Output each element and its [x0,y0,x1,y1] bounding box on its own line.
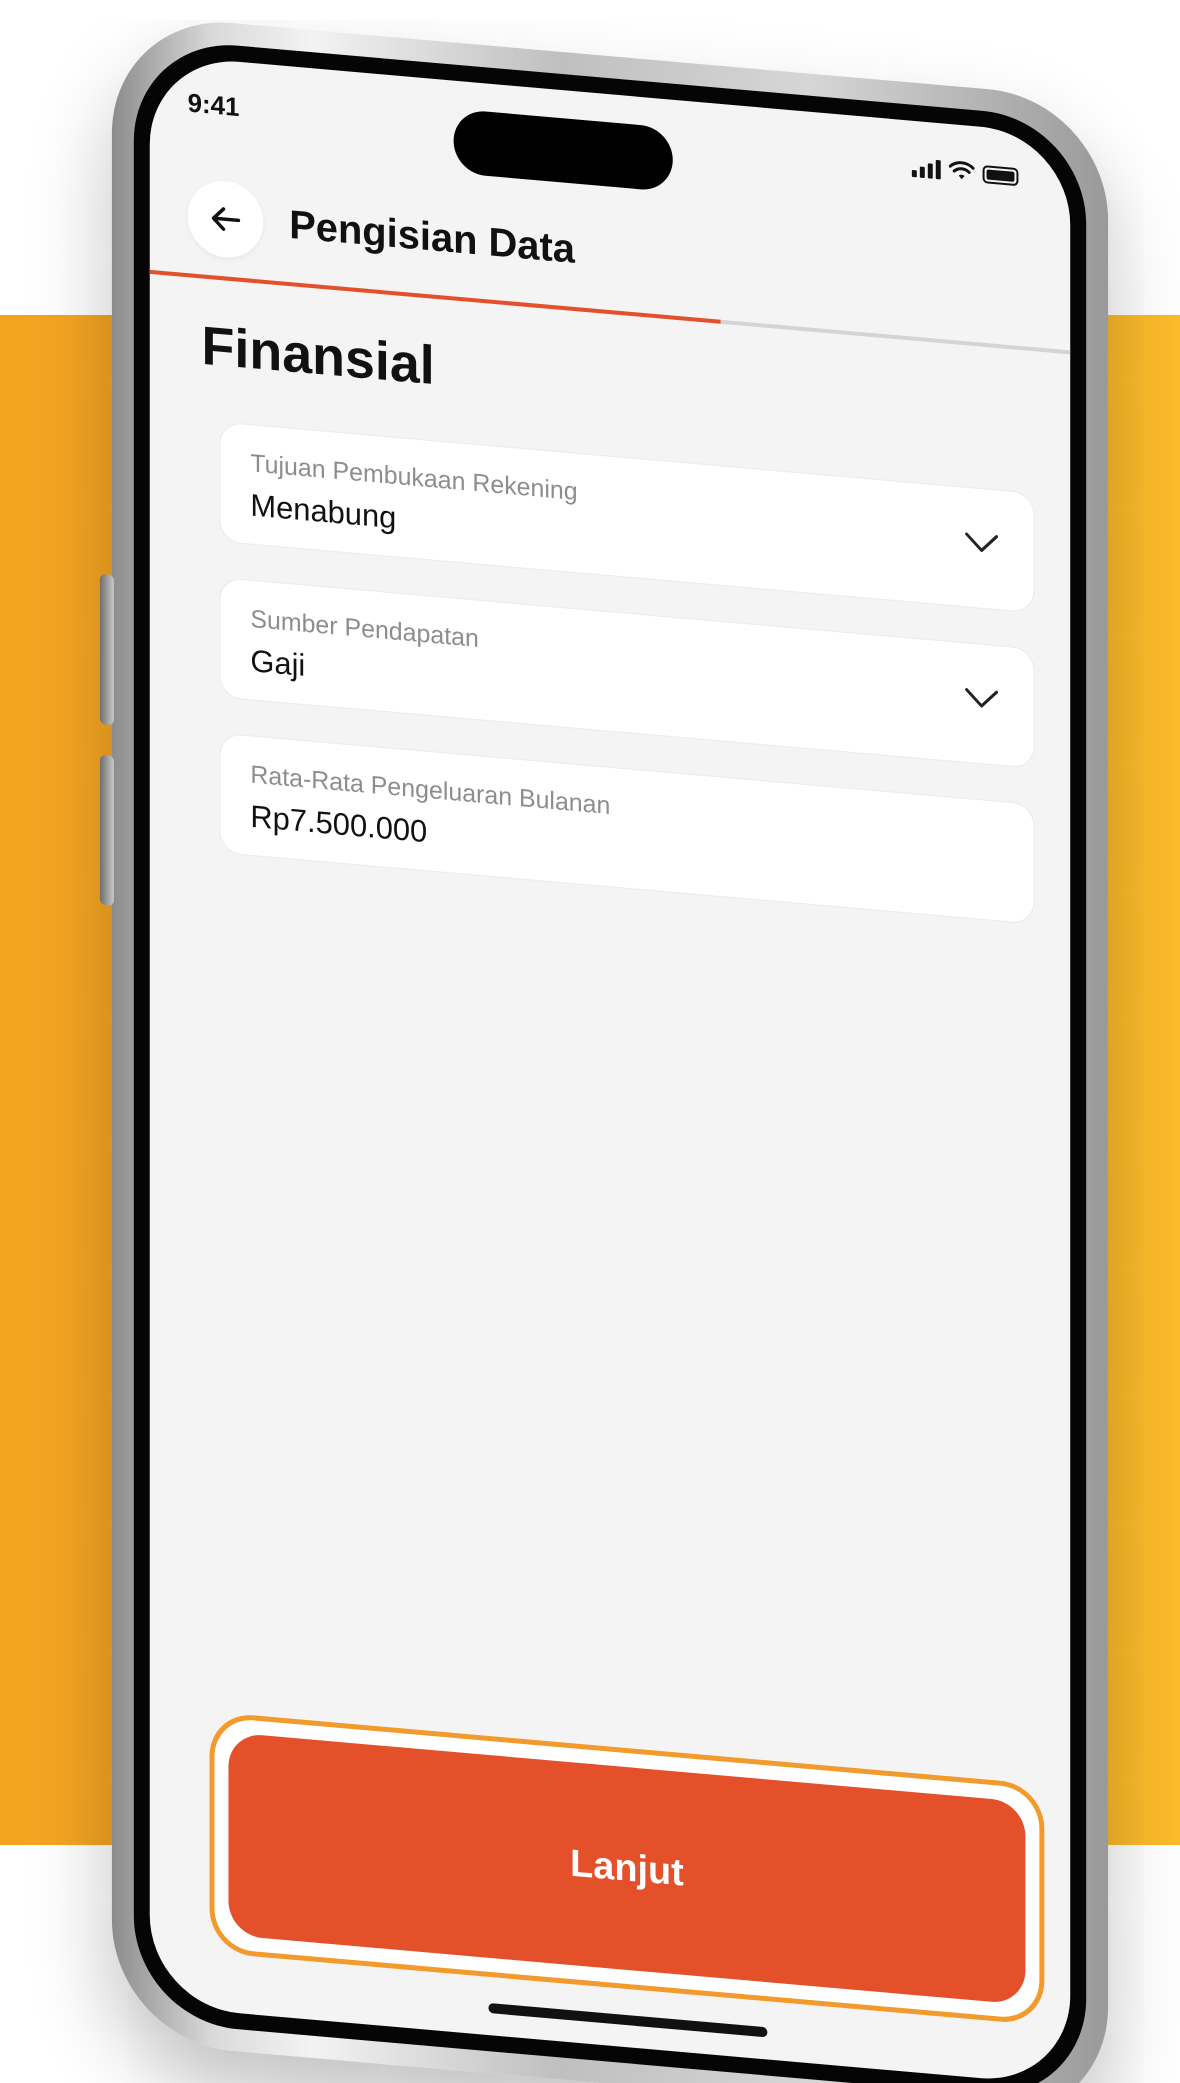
battery-icon [982,165,1019,187]
page-title: Pengisian Data [289,202,575,272]
phone-screen: 9:41 Pengisian Data Finansial Tujuan Pem… [149,54,1071,2083]
signal-icon [911,158,941,180]
home-indicator [488,2002,768,2038]
back-button[interactable] [187,177,264,261]
chevron-down-icon [965,688,999,708]
account-purpose-dropdown[interactable]: Tujuan Pembukaan Rekening Menabung [219,421,1035,614]
continue-button[interactable]: Lanjut [228,1732,1026,2005]
wifi-icon [948,161,975,180]
status-time: 9:41 [187,87,240,123]
monthly-expense-input[interactable]: Rata-Rata Pengeluaran Bulanan Rp7.500.00… [219,732,1035,925]
field-value: Rp7.500.000 [250,798,428,850]
dynamic-island [453,108,673,193]
field-value: Gaji [250,643,306,683]
cta-container: Lanjut [209,1711,1045,2026]
status-icons [911,157,1019,187]
volume-down-button [99,754,114,907]
phone-mockup-area: 9:41 Pengisian Data Finansial Tujuan Pem… [20,20,1180,2083]
field-value: Menabung [250,487,397,536]
section-title: Finansial [201,315,435,397]
volume-up-button [99,573,114,726]
chevron-down-icon [965,532,999,552]
income-source-dropdown[interactable]: Sumber Pendapatan Gaji [219,577,1035,769]
back-arrow-icon [211,207,241,231]
phone-device: 9:41 Pengisian Data Finansial Tujuan Pem… [99,20,1109,2083]
